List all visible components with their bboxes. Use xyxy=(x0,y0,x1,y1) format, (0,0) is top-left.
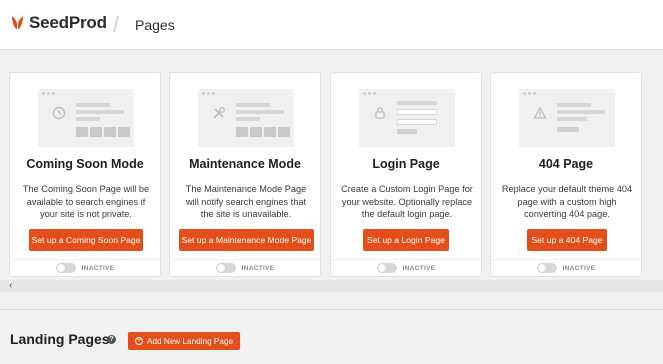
plus-circle-icon: + xyxy=(135,337,143,345)
status-label: INACTIVE xyxy=(241,264,275,272)
card-status-bar: INACTIVE xyxy=(10,259,160,276)
lock-icon xyxy=(375,107,385,119)
top-bar: SeedProd / Pages xyxy=(0,0,663,50)
page-illustration xyxy=(38,89,134,147)
card-title: 404 Page xyxy=(538,157,594,171)
section-divider xyxy=(0,309,663,310)
page-illustration xyxy=(359,89,455,147)
status-label: INACTIVE xyxy=(402,264,436,272)
status-toggle[interactable] xyxy=(215,263,236,273)
add-button-label: Add New Landing Page xyxy=(147,336,234,346)
card-title: Maintenance Mode xyxy=(189,157,301,171)
brand-name: SeedProd xyxy=(29,13,107,32)
page-title: Pages xyxy=(135,17,175,33)
breadcrumb-separator: / xyxy=(113,12,120,37)
setup-login-button[interactable]: Set up a Login Page xyxy=(363,229,449,251)
card-404: 404 Page Replace your default theme 404 … xyxy=(490,72,642,277)
card-status-bar: INACTIVE xyxy=(491,259,641,276)
clock-icon xyxy=(52,106,66,120)
card-coming-soon: Coming Soon Mode The Coming Soon Page wi… xyxy=(9,72,161,277)
page-illustration xyxy=(198,89,294,147)
horizontal-scrollbar[interactable]: ‹ xyxy=(0,280,663,292)
status-toggle[interactable] xyxy=(376,263,397,273)
setup-404-button[interactable]: Set up a 404 Page xyxy=(527,229,607,251)
seedprod-logo[interactable]: SeedProd xyxy=(10,13,107,33)
status-label: INACTIVE xyxy=(562,264,596,272)
card-description: The Maintenance Mode Page will notify se… xyxy=(185,184,307,219)
status-toggle[interactable] xyxy=(536,263,557,273)
card-login: Login Page Create a Custom Login Page fo… xyxy=(330,72,482,277)
card-status-bar: INACTIVE xyxy=(170,259,320,276)
card-status-bar: INACTIVE xyxy=(331,259,481,276)
scroll-left-icon[interactable]: ‹ xyxy=(9,280,12,292)
tools-icon xyxy=(213,107,225,119)
help-icon[interactable]: ? xyxy=(107,335,116,344)
setup-coming-soon-button[interactable]: Set up a Coming Soon Page xyxy=(29,229,143,251)
setup-maintenance-button[interactable]: Set up a Maintenance Mode Page xyxy=(179,229,314,251)
card-description: Create a Custom Login Page for your webs… xyxy=(341,184,473,219)
card-title: Login Page xyxy=(372,157,440,171)
card-maintenance: Maintenance Mode The Maintenance Mode Pa… xyxy=(169,72,321,277)
card-description: Replace your default theme 404 page with… xyxy=(501,184,633,219)
landing-pages-heading: Landing Pages xyxy=(10,331,110,347)
special-pages-cards: Coming Soon Mode The Coming Soon Page wi… xyxy=(9,72,663,277)
card-description: The Coming Soon Page will be available t… xyxy=(22,184,150,219)
page-illustration xyxy=(519,89,615,147)
seedprod-leaf-icon xyxy=(12,16,23,31)
add-new-landing-page-button[interactable]: + Add New Landing Page xyxy=(128,332,241,350)
status-label: INACTIVE xyxy=(81,264,115,272)
warning-icon xyxy=(533,106,547,119)
status-toggle[interactable] xyxy=(55,263,76,273)
card-title: Coming Soon Mode xyxy=(26,157,144,171)
